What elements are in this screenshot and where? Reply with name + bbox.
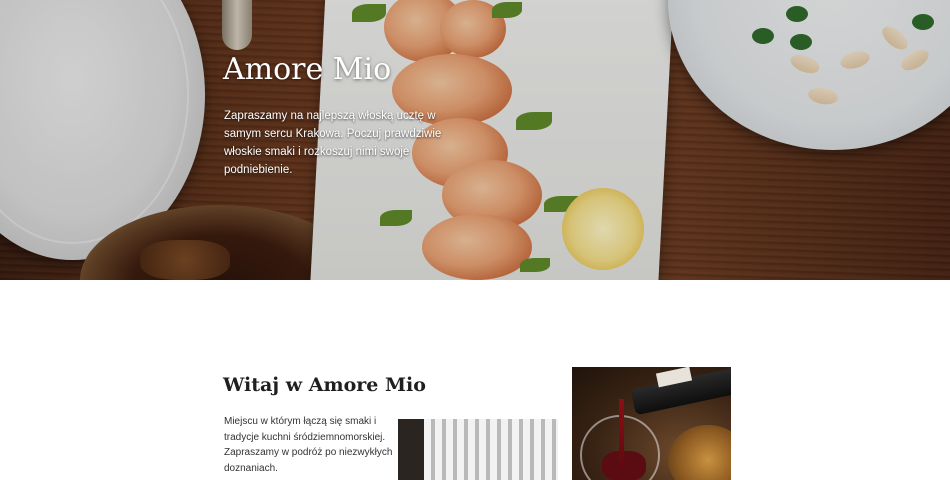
welcome-description: Miejscu w którym łączą się smaki i trady… bbox=[224, 416, 393, 474]
photo-striped-awning bbox=[398, 419, 558, 480]
photo-wine-pour bbox=[572, 367, 731, 480]
hero-description: Zapraszamy na najlepszą włoską ucztę w s… bbox=[224, 110, 442, 176]
hero-overlay bbox=[0, 0, 950, 280]
welcome-title: Witaj w Amore Mio bbox=[223, 374, 426, 396]
hero-title: Amore Mio bbox=[223, 52, 392, 87]
hero-section: Amore Mio Zapraszamy na najlepszą włoską… bbox=[0, 0, 950, 280]
